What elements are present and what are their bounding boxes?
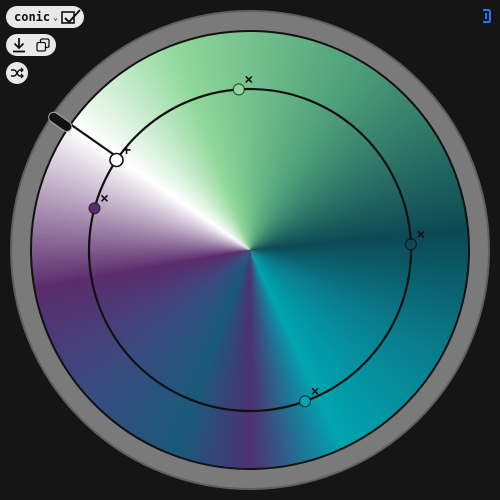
handle-cyan-dot[interactable]: [299, 395, 312, 408]
app-canvas: conic ⌄: [0, 0, 500, 500]
handle-white-dot[interactable]: [109, 152, 124, 168]
handle-teal-dark-dot[interactable]: [404, 238, 417, 251]
handle-purple-dot[interactable]: [88, 202, 101, 215]
color-wheel[interactable]: [0, 0, 500, 500]
handle-green-dot[interactable]: [232, 83, 245, 96]
